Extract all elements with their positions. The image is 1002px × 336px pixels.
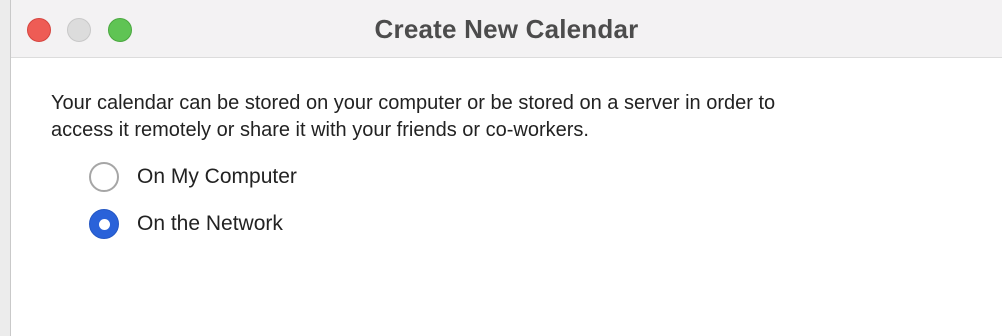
radio-checked-icon[interactable]	[89, 209, 119, 239]
option-on-the-network[interactable]: On the Network	[89, 208, 283, 240]
storage-description: Your calendar can be stored on your comp…	[51, 90, 951, 144]
option-label-on-the-network[interactable]: On the Network	[137, 212, 283, 236]
description-line-2: access it remotely or share it with your…	[51, 119, 589, 141]
radio-unchecked-icon[interactable]	[89, 162, 119, 192]
radio-dot-icon	[98, 218, 110, 230]
title-bar: Create New Calendar	[11, 0, 1002, 58]
window-title: Create New Calendar	[374, 14, 639, 44]
option-label-on-my-computer[interactable]: On My Computer	[137, 165, 297, 189]
dialog-content: Your calendar can be stored on your comp…	[11, 58, 1002, 336]
description-line-1: Your calendar can be stored on your comp…	[51, 92, 776, 114]
option-on-my-computer[interactable]: On My Computer	[89, 161, 297, 193]
create-calendar-window: Create New Calendar Your calendar can be…	[10, 0, 1002, 336]
